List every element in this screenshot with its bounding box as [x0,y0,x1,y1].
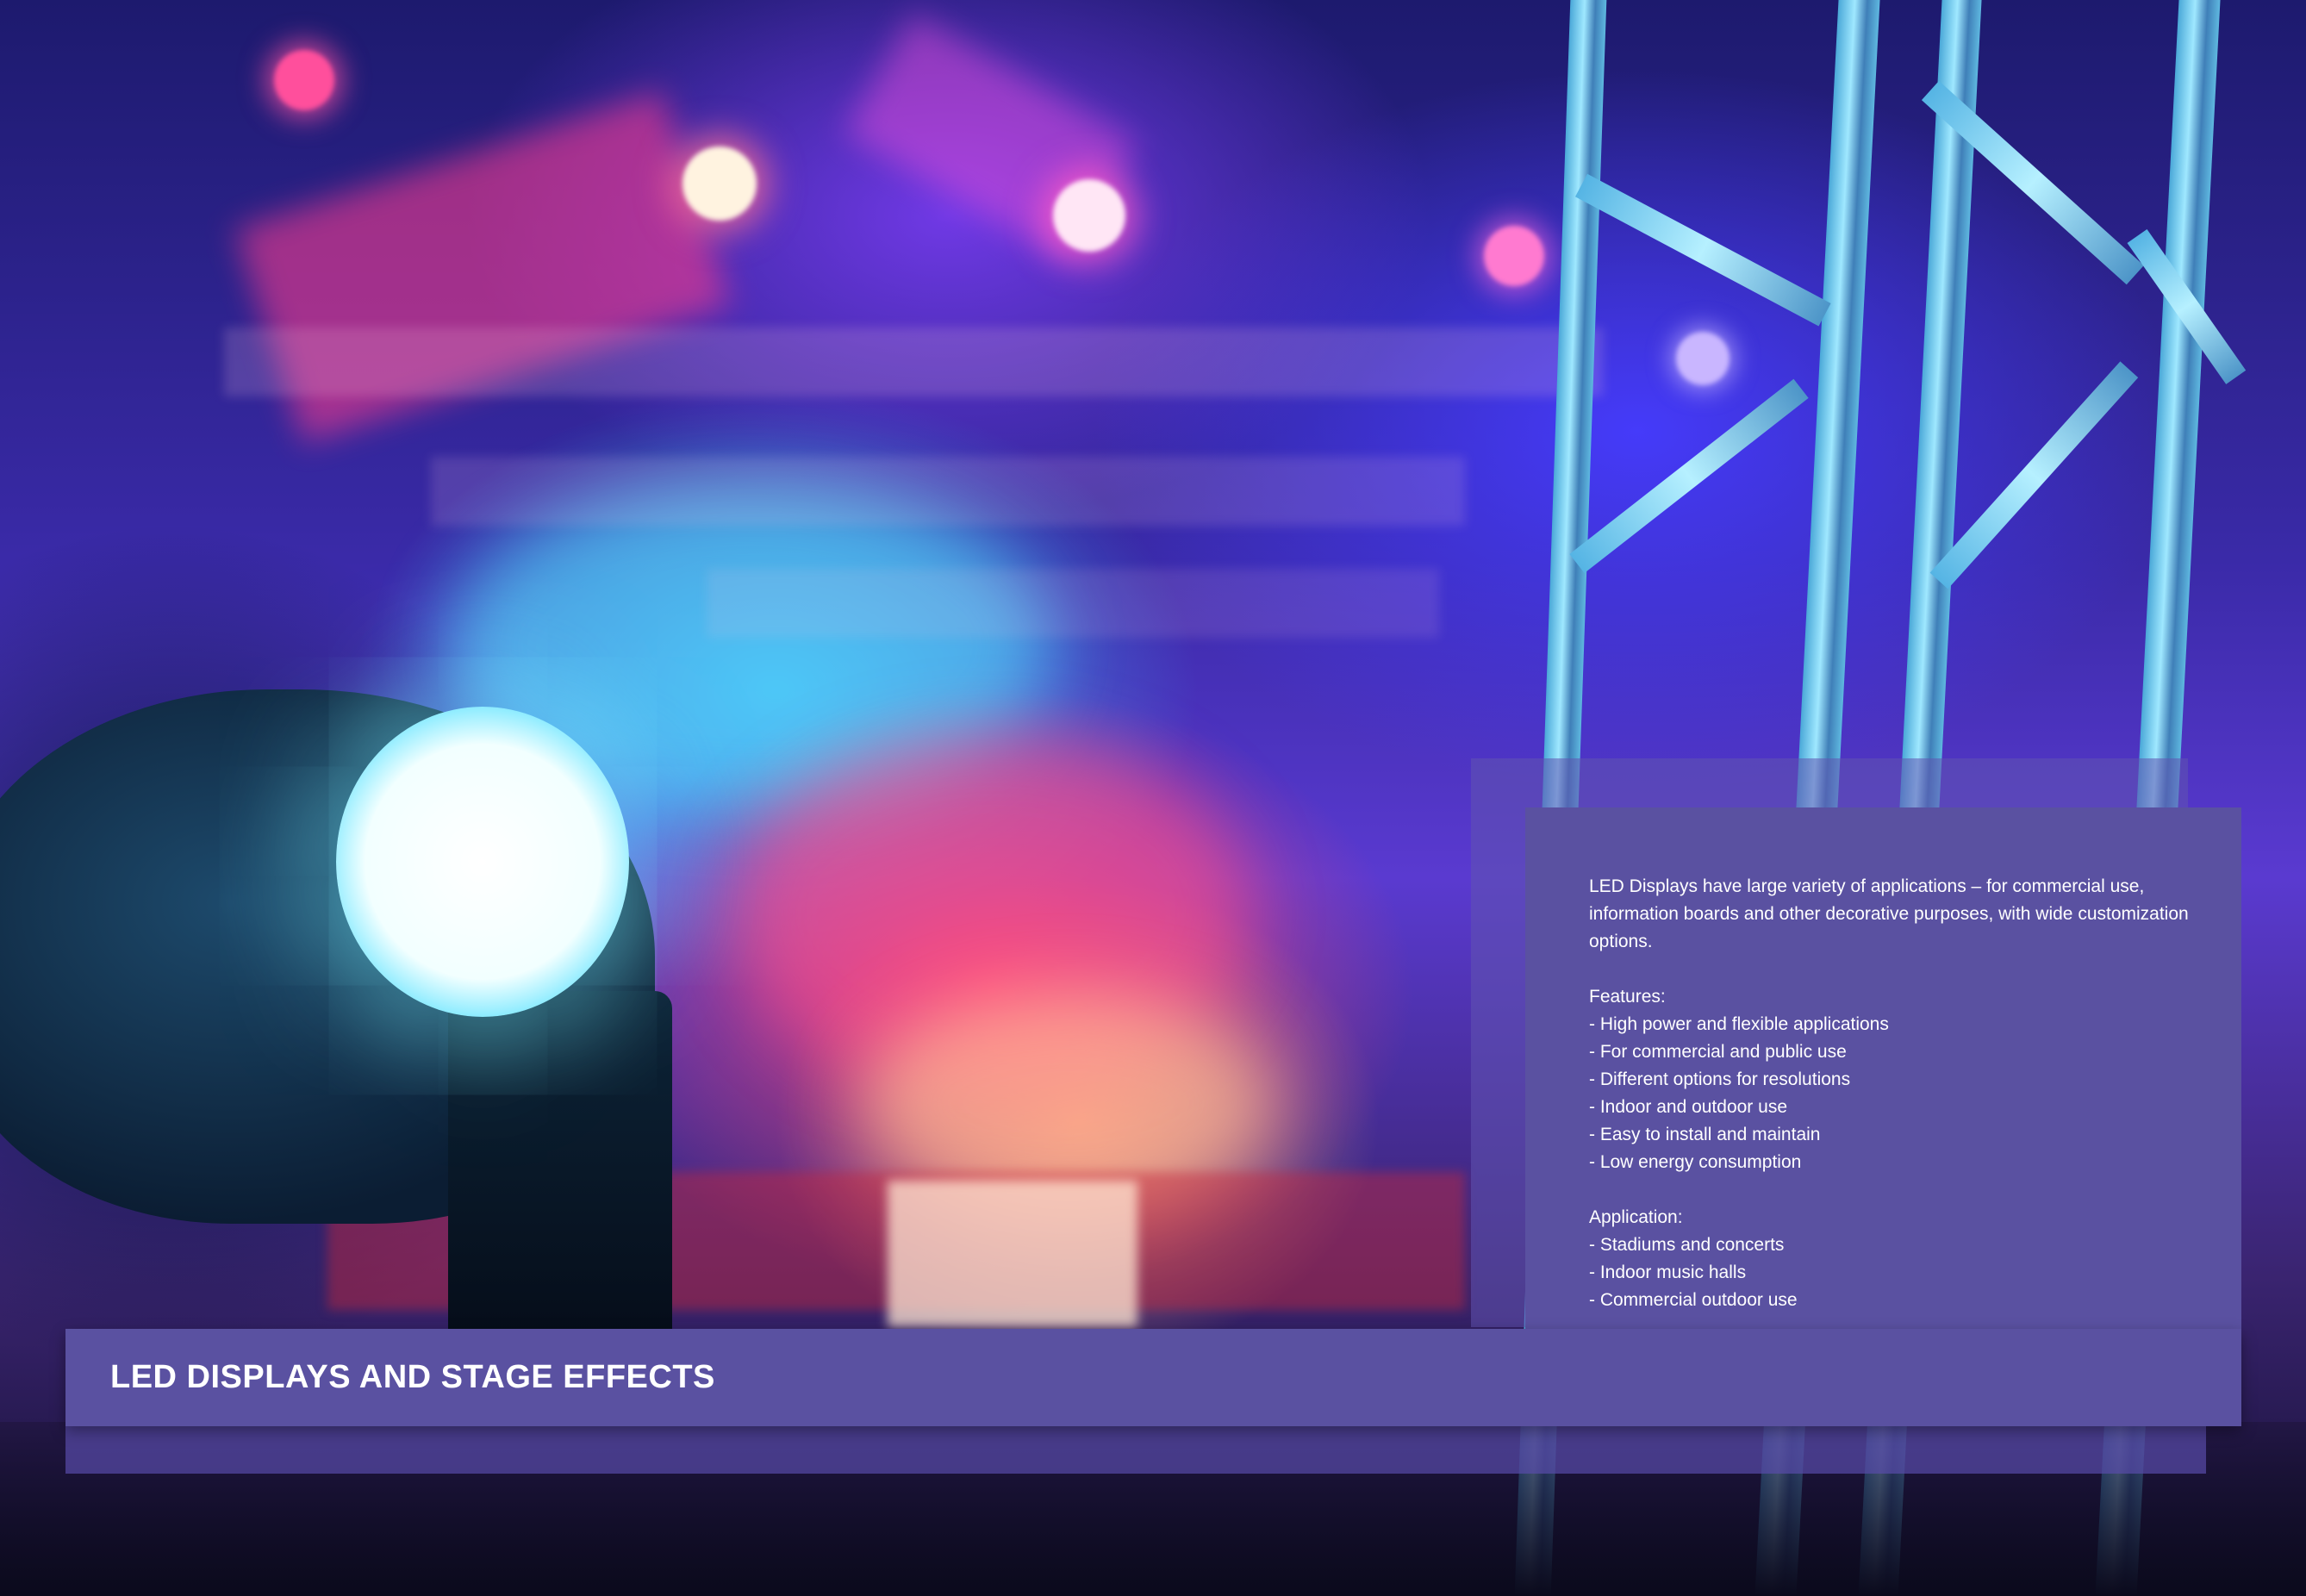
list-item: - Different options for resolutions [1589,1069,1851,1089]
list-item: - For commercial and public use [1589,1042,1847,1062]
moving-head-lens [336,707,629,1017]
stage-spot [1484,226,1544,286]
blurred-backdrop-lettering [431,457,1465,526]
list-item: - Stadiums and concerts [1589,1235,1785,1255]
stage-spot [682,147,757,221]
intro-text: LED Displays have large variety of appli… [1589,876,2189,951]
blurred-backdrop-lettering [224,327,1603,396]
features-heading: Features: [1589,987,1666,1007]
list-item: - High power and flexible applications [1589,1014,1889,1034]
application-heading: Application: [1589,1207,1683,1227]
list-item: - Easy to install and maintain [1589,1125,1821,1144]
title-bar: LED DISPLAYS AND STAGE EFFECTS [65,1329,2241,1426]
list-item: - Low energy consumption [1589,1152,1802,1172]
list-item: - Indoor music halls [1589,1262,1747,1282]
stage-spot [274,50,334,110]
page-title: LED DISPLAYS AND STAGE EFFECTS [110,1359,715,1395]
list-item: - Commercial outdoor use [1589,1290,1798,1310]
blurred-stage-sign [888,1181,1137,1327]
stage-spot [1676,332,1730,385]
moving-head-yoke [448,991,672,1353]
blurred-backdrop-lettering [707,569,1439,638]
list-item: - Indoor and outdoor use [1589,1097,1787,1117]
stage-spot [1053,179,1125,252]
